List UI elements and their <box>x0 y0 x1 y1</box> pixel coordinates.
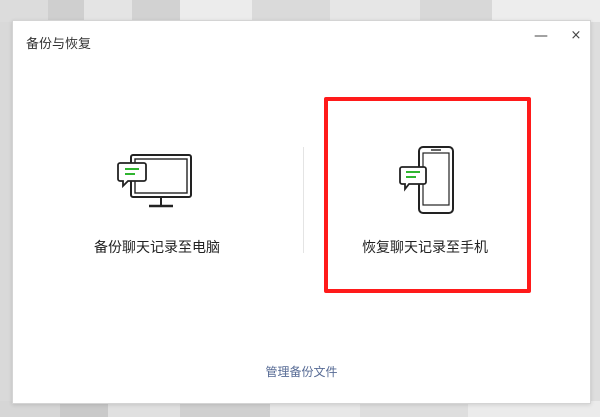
backup-restore-dialog: 备份与恢复 — × 备份聊天记录至电脑 恢复聊天记录至手机 管理备份文件 <box>12 20 591 404</box>
minimize-button[interactable]: — <box>530 25 552 47</box>
restore-to-phone-option[interactable]: 恢复聊天记录至手机 <box>325 101 525 287</box>
manage-backup-files-link[interactable]: 管理备份文件 <box>13 363 590 380</box>
background-right-strip <box>590 22 600 401</box>
background-mosaic-top <box>0 0 600 22</box>
background-left-strip <box>0 22 12 401</box>
dialog-title: 备份与恢复 <box>26 37 92 52</box>
backup-to-pc-label: 备份聊天记录至电脑 <box>94 240 220 256</box>
phone-chat-icon <box>399 146 454 214</box>
monitor-chat-icon <box>117 154 192 208</box>
backup-to-pc-option[interactable]: 备份聊天记录至电脑 <box>57 101 257 287</box>
restore-to-phone-label: 恢复聊天记录至手机 <box>362 240 488 256</box>
options-divider <box>303 147 304 253</box>
close-button[interactable]: × <box>565 25 587 47</box>
